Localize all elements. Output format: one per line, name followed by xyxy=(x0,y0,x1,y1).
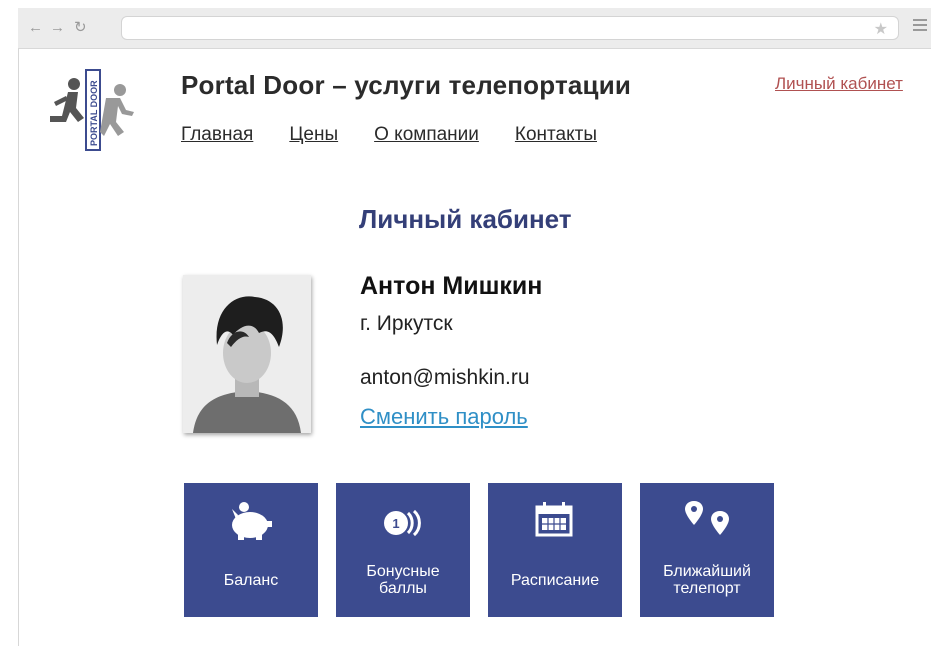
avatar xyxy=(183,275,311,433)
menu-item-prices[interactable]: Цены xyxy=(289,124,338,145)
balance-tile[interactable]: Баланс xyxy=(184,483,318,617)
menu-item-contacts[interactable]: Контакты xyxy=(515,124,597,145)
page-title: Личный кабинет xyxy=(359,204,572,234)
piggy-bank-icon xyxy=(184,497,318,541)
menu-item-home[interactable]: Главная xyxy=(181,124,253,145)
svg-text:1: 1 xyxy=(392,516,399,531)
forward-icon[interactable]: → xyxy=(50,20,65,36)
user-name: Антон Мишкин xyxy=(360,272,543,300)
coin-one-icon: 1 xyxy=(336,497,470,541)
site-logo[interactable]: PORTAL DOOR xyxy=(44,66,140,154)
user-city: г. Иркутск xyxy=(360,312,453,335)
main-menu: Главная Цены О компании Контакты xyxy=(181,124,633,146)
star-icon[interactable]: ★ xyxy=(874,19,888,39)
browser-toolbar: ← → ↻ ★ xyxy=(18,8,931,49)
door-runner-icon: PORTAL DOOR xyxy=(50,69,134,151)
bonus-points-tile[interactable]: 1 Бонусные баллы xyxy=(336,483,470,617)
address-bar[interactable]: ★ xyxy=(121,16,899,40)
calendar-icon xyxy=(488,497,622,541)
schedule-tile[interactable]: Расписание xyxy=(488,483,622,617)
site-title: Portal Door – услуги телепортации xyxy=(181,70,632,100)
bonus-points-label: Бонусные баллы xyxy=(366,563,440,597)
change-password-link[interactable]: Сменить пароль xyxy=(360,404,528,430)
browser-window xyxy=(18,8,931,646)
nearest-teleport-tile[interactable]: Ближайший телепорт xyxy=(640,483,774,617)
map-pins-icon xyxy=(640,497,774,541)
balance-label: Баланс xyxy=(223,571,279,589)
logo-text: PORTAL DOOR xyxy=(89,80,99,146)
reload-icon[interactable]: ↻ xyxy=(74,20,87,36)
menu-item-about[interactable]: О компании xyxy=(374,124,479,145)
nearest-teleport-label: Ближайший телепорт xyxy=(663,563,751,597)
back-icon[interactable]: ← xyxy=(28,20,43,36)
hamburger-menu-icon[interactable] xyxy=(913,19,927,33)
user-email: anton@mishkin.ru xyxy=(360,366,530,389)
account-link[interactable]: Личный кабинет xyxy=(775,74,903,94)
schedule-label: Расписание xyxy=(510,571,600,589)
